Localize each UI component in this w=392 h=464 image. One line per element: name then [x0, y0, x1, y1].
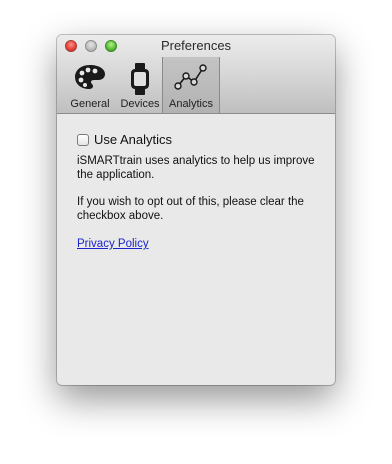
use-analytics-checkbox[interactable] [77, 134, 89, 146]
privacy-policy-link[interactable]: Privacy Policy [77, 237, 149, 251]
tab-devices-label: Devices [120, 98, 160, 110]
opt-out-text: If you wish to opt out of this, please c… [77, 196, 304, 222]
preferences-window: Preferences General Devices Analytics Us… [57, 35, 335, 385]
tab-general[interactable]: General [63, 57, 117, 113]
tab-devices[interactable]: Devices [116, 57, 164, 113]
tab-general-label: General [70, 98, 110, 110]
tab-analytics[interactable]: Analytics [162, 57, 220, 113]
analytics-description: iSMARTtrain uses analytics to help us im… [77, 155, 315, 181]
analytics-panel: Use Analytics iSMARTtrain uses analytics… [77, 132, 317, 251]
toolbar: Preferences General Devices Analytics [57, 35, 335, 114]
window-title: Preferences [160, 38, 232, 53]
tab-analytics-label: Analytics [168, 98, 214, 110]
use-analytics-label[interactable]: Use Analytics [94, 133, 172, 147]
line-graph-icon [174, 62, 208, 97]
watch-icon [128, 62, 152, 101]
palette-icon [73, 62, 107, 97]
use-analytics-row[interactable]: Use Analytics [77, 132, 317, 148]
